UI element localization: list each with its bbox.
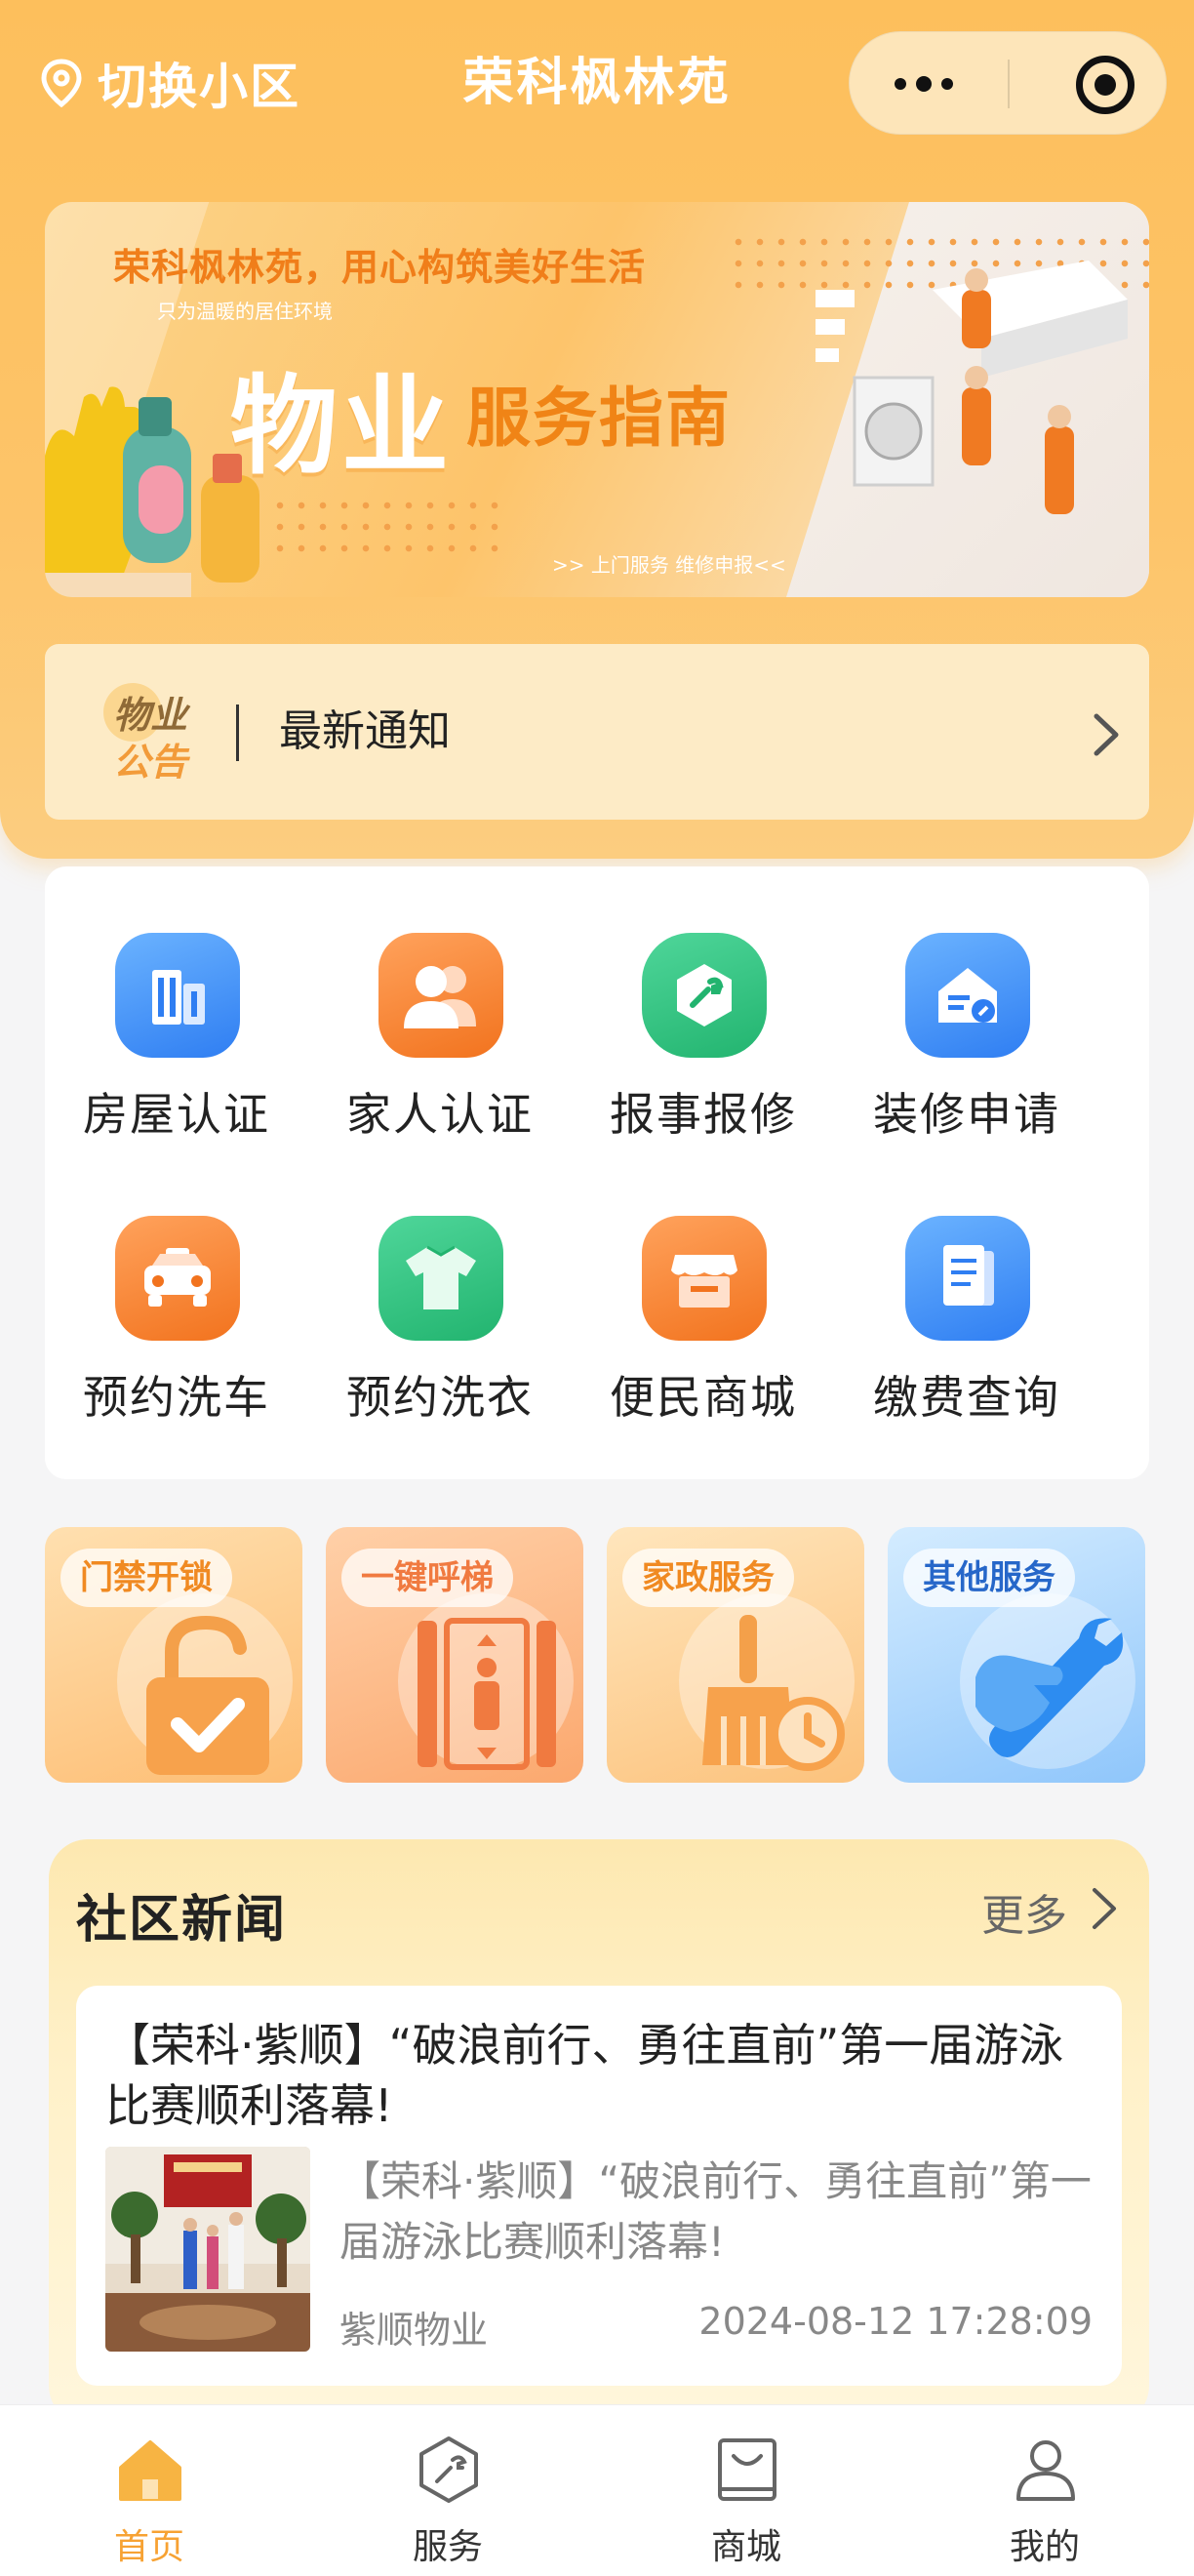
service-label: 预约洗衣: [346, 1371, 534, 1424]
banner-subtitle: 只为温暖的居住环境: [157, 300, 333, 323]
house-edit-icon: [905, 933, 1030, 1058]
news-timestamp: 2024-08-12 17:28:09: [698, 2300, 1093, 2343]
shop-bag-icon: [718, 2438, 776, 2501]
service-family-verify[interactable]: 家人认证: [308, 866, 572, 1141]
service-label: 缴费查询: [873, 1371, 1060, 1424]
news-summary: 【荣科·紫顺】“破浪前行、勇往直前”第一届游泳比赛顺利落幕!: [339, 2157, 1092, 2266]
notice-text: 最新通知: [279, 706, 451, 756]
tab-home[interactable]: 首页: [0, 2405, 298, 2576]
service-convenience-store[interactable]: 便民商城: [572, 1149, 835, 1424]
car-icon: [115, 1216, 240, 1341]
service-label: 便民商城: [610, 1371, 797, 1424]
lock-icon: [146, 1615, 269, 1775]
tile-label: 一键呼梯: [341, 1549, 513, 1607]
bottom-tab-bar: 首页 服务 商城 我的: [0, 2404, 1194, 2576]
tile-label: 门禁开锁: [60, 1549, 232, 1607]
tile-label: 家政服务: [622, 1549, 794, 1607]
wrench-tab-icon: [419, 2436, 478, 2503]
chevron-right-icon[interactable]: [1087, 1884, 1122, 1933]
service-label: 家人认证: [346, 1088, 534, 1141]
notice-bar[interactable]: 物业 公告 最新通知: [45, 644, 1149, 820]
more-menu-button[interactable]: [895, 32, 963, 136]
home-icon: [119, 2440, 181, 2501]
broom-icon: [702, 1615, 845, 1771]
service-grid: 房屋认证 家人认证 报事报修 装修申请 预约洗车 预约洗衣 便民商城 缴费查询: [45, 866, 1149, 1479]
tab-profile[interactable]: 我的: [896, 2405, 1194, 2576]
tile-label: 其他服务: [903, 1549, 1075, 1607]
banner-title-secondary: 服务指南: [466, 381, 732, 456]
news-source: 紫顺物业: [339, 2309, 489, 2352]
elevator-icon: [418, 1618, 556, 1770]
navbar: 切换小区 荣科枫林苑: [0, 0, 1194, 161]
news-thumbnail: [105, 2147, 310, 2352]
tab-label: 商城: [710, 2527, 781, 2567]
service-car-wash[interactable]: 预约洗车: [45, 1149, 308, 1424]
news-headline: 【荣科·紫顺】“破浪前行、勇往直前”第一届游泳比赛顺利落幕!: [105, 2019, 1064, 2132]
community-news-card: 社区新闻 更多 【荣科·紫顺】“破浪前行、勇往直前”第一届游泳比赛顺利落幕! 【…: [49, 1839, 1149, 2425]
service-report-repair[interactable]: 报事报修: [572, 866, 835, 1141]
news-list-item[interactable]: 【荣科·紫顺】“破浪前行、勇往直前”第一届游泳比赛顺利落幕! 【荣科·紫顺】“破…: [76, 1986, 1122, 2386]
shirt-icon: [378, 1216, 503, 1341]
tab-label: 服务: [412, 2527, 483, 2567]
close-miniprogram-button[interactable]: [1076, 56, 1134, 114]
hand-wrench-icon: [975, 1618, 1124, 1757]
announcement-logo: 物业 公告: [103, 683, 250, 784]
banner-hint: >> 上门服务 维修申报<<: [552, 553, 786, 577]
building-icon: [115, 933, 240, 1058]
tile-housekeeping[interactable]: 家政服务: [607, 1527, 864, 1783]
family-icon: [378, 933, 503, 1058]
news-more-link[interactable]: 更多: [981, 1880, 1067, 1943]
service-guide-banner[interactable]: 荣科枫林苑，用心构筑美好生活 只为温暖的居住环境 物业 服务指南 >> 上门服务…: [45, 202, 1149, 597]
tab-services[interactable]: 服务: [298, 2405, 597, 2576]
repair-workers-illustration: [816, 261, 1128, 514]
section-title: 社区新闻: [76, 1891, 288, 1950]
banner-title: 物业: [230, 364, 453, 489]
service-laundry[interactable]: 预约洗衣: [308, 1149, 572, 1424]
service-renovation-apply[interactable]: 装修申请: [835, 866, 1098, 1141]
person-icon: [1016, 2440, 1075, 2501]
service-house-verify[interactable]: 房屋认证: [45, 866, 308, 1141]
miniprogram-capsule: [849, 31, 1167, 135]
tab-label: 首页: [113, 2527, 184, 2567]
chevron-right-icon: [1094, 713, 1119, 756]
service-label: 装修申请: [873, 1088, 1060, 1141]
document-icon: [905, 1216, 1030, 1341]
service-label: 预约洗车: [83, 1371, 270, 1424]
tab-label: 我的: [1009, 2527, 1080, 2567]
wrench-icon: [642, 933, 767, 1058]
service-label: 报事报修: [610, 1088, 797, 1141]
service-payment-query[interactable]: 缴费查询: [835, 1149, 1098, 1424]
service-label: 房屋认证: [83, 1088, 270, 1141]
tile-door-unlock[interactable]: 门禁开锁: [45, 1527, 302, 1783]
banner-slogan: 荣科枫林苑，用心构筑美好生活: [113, 246, 647, 289]
tile-call-elevator[interactable]: 一键呼梯: [326, 1527, 583, 1783]
tile-other-services[interactable]: 其他服务: [888, 1527, 1145, 1783]
store-icon: [642, 1216, 767, 1341]
tab-mall[interactable]: 商城: [597, 2405, 896, 2576]
